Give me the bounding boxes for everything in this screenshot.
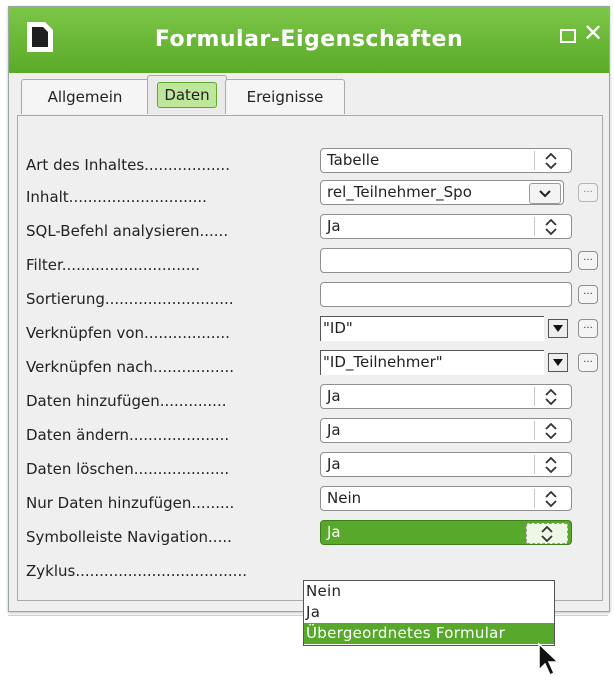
art-des-inhaltes-listbox[interactable]: Tabelle [320,148,572,173]
close-icon[interactable]: ✕ [583,21,603,45]
dropdown-triangle-icon[interactable] [548,353,568,372]
maximize-icon[interactable] [560,29,576,43]
daten-panel: Art des Inhaltes.................. Tabel… [17,115,603,601]
daten-aendern-listbox[interactable]: Ja [320,418,572,443]
tab-label: Ereignisse [246,88,324,106]
ellipsis-icon[interactable]: ... [578,285,598,304]
field-value: rel_Teilnehmer_Spo [327,183,472,201]
combo-chevron-icon[interactable] [529,183,561,204]
tab-label: Daten [157,82,217,108]
field-label: Art des Inhaltes.................. [26,156,230,174]
field-label: Sortierung........................... [26,290,234,308]
row-filter: Filter............................. ... [18,248,602,280]
dropdown-triangle-icon[interactable] [548,319,568,338]
tab-label: Allgemein [47,88,123,106]
title-bar[interactable]: Formular-Eigenschaften ✕ [9,7,609,73]
dropdown-option-ja[interactable]: Ja [304,602,554,623]
verknuepfen-nach-combobox[interactable]: "ID_Teilnehmer" [320,350,544,375]
row-daten-aendern: Daten ändern..................... Ja [18,418,602,450]
properties-dialog: Formular-Eigenschaften ✕ Allgemein Daten… [8,6,610,612]
row-art-des-inhaltes: Art des Inhaltes.................. Tabel… [18,148,602,180]
field-label: Daten hinzufügen.............. [26,392,227,410]
spin-arrows-icon[interactable] [534,455,567,474]
sql-befehl-listbox[interactable]: Ja [320,214,572,239]
ellipsis-icon[interactable]: ... [578,251,598,270]
field-value: Tabelle [327,151,380,169]
spin-arrows-icon[interactable] [534,489,567,508]
spin-arrows-icon[interactable] [526,523,568,544]
row-verknuepfen-nach: Verknüpfen nach................. "ID_Tei… [18,350,602,382]
sortierung-input[interactable] [320,282,572,307]
verknuepfen-von-combobox[interactable]: "ID" [320,316,544,341]
spin-arrows-icon[interactable] [534,421,567,440]
row-daten-hinzufuegen: Daten hinzufügen.............. Ja [18,384,602,416]
row-verknuepfen-von: Verknüpfen von.................. "ID" ..… [18,316,602,348]
field-label: Zyklus..................................… [26,562,247,580]
filter-input[interactable] [320,248,572,273]
field-label: SQL-Befehl analysieren...... [26,222,229,240]
row-nur-daten-hinzufuegen: Nur Daten hinzufügen......... Nein [18,486,602,518]
ellipsis-icon[interactable]: ... [578,183,598,202]
field-value: Ja [327,523,341,541]
nur-daten-hinzufuegen-listbox[interactable]: Nein [320,486,572,511]
spin-arrows-icon[interactable] [534,151,567,170]
tab-daten[interactable]: Daten [147,75,227,114]
row-daten-loeschen: Daten löschen.................... Ja [18,452,602,484]
field-value: "ID_Teilnehmer" [323,353,443,371]
row-symbolleiste-navigation: Symbolleiste Navigation..... Ja [18,520,602,552]
row-sql-befehl: SQL-Befehl analysieren...... Ja [18,214,602,246]
field-label: Daten löschen.................... [26,460,230,478]
field-label: Daten ändern..................... [26,426,230,444]
field-value: Ja [327,387,341,405]
dropdown-option-nein[interactable]: Nein [304,581,554,602]
mouse-pointer-icon [538,642,560,677]
daten-loeschen-listbox[interactable]: Ja [320,452,572,477]
window-title: Formular-Eigenschaften [154,27,464,52]
app-icon [27,22,53,52]
field-value: Ja [327,217,341,235]
field-label: Inhalt............................. [26,188,207,206]
field-label: Verknüpfen von.................. [26,324,230,342]
ellipsis-icon[interactable]: ... [578,319,598,338]
inhalt-combobox[interactable]: rel_Teilnehmer_Spo [320,180,564,205]
daten-hinzufuegen-listbox[interactable]: Ja [320,384,572,409]
field-label: Verknüpfen nach................. [26,358,235,376]
spin-arrows-icon[interactable] [534,217,567,236]
zyklus-dropdown-list: Nein Ja Übergeordnetes Formular [303,580,555,646]
dropdown-option-uebergeordnetes-formular[interactable]: Übergeordnetes Formular [304,623,554,644]
field-value: "ID" [323,319,353,337]
spin-arrows-icon[interactable] [534,387,567,406]
tab-allgemein[interactable]: Allgemein [21,79,149,114]
row-sortierung: Sortierung........................... ..… [18,282,602,314]
tab-ereignisse[interactable]: Ereignisse [225,79,345,114]
field-label: Filter............................. [26,256,201,274]
field-label: Symbolleiste Navigation..... [26,528,232,546]
field-value: Ja [327,455,341,473]
symbolleiste-navigation-listbox[interactable]: Ja [320,520,572,545]
ellipsis-icon[interactable]: ... [578,353,598,372]
row-inhalt: Inhalt............................. rel_… [18,180,602,212]
field-label: Nur Daten hinzufügen......... [26,494,235,512]
field-value: Ja [327,421,341,439]
field-value: Nein [327,489,362,507]
